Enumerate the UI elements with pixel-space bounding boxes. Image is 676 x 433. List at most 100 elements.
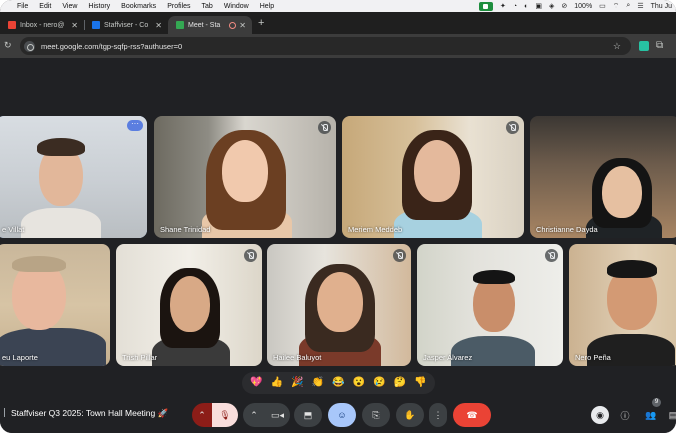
tab-staffviser[interactable]: Staffviser - Co ✕ — [84, 16, 168, 34]
new-tab-icon[interactable]: + — [258, 17, 264, 29]
extensions-puzzle-icon[interactable]: ⧉ — [656, 40, 663, 51]
person-face — [602, 166, 642, 218]
person-face — [170, 276, 210, 332]
address-bar[interactable]: meet.google.com/tgp-sqfp-rss?authuser=0 … — [20, 37, 631, 55]
participant-name: Trish Pillar — [122, 353, 158, 362]
reactions-bar: 💖 👍 🎉 👏 😂 😮 😢 🤔 👎 — [242, 372, 435, 394]
meeting-title: Staffviser Q3 2025: Town Hall Meeting 🚀 — [4, 408, 168, 419]
participant-tile[interactable]: Nero Peña — [569, 244, 676, 366]
meeting-tools-button[interactable]: ◉ — [591, 406, 609, 424]
participant-name: Jasper Alvarez — [423, 353, 473, 362]
participant-tile[interactable]: Jasper Alvarez — [417, 244, 563, 366]
tab-label: Staffviser - Co — [104, 21, 149, 29]
participant-name: Hailee Baluyot — [273, 353, 322, 362]
participant-tile[interactable]: Christianne Dayda — [530, 116, 676, 238]
menu-help[interactable]: Help — [260, 3, 274, 10]
clock[interactable]: Thu Ju — [651, 3, 672, 10]
close-tab-icon[interactable]: ✕ — [155, 21, 162, 30]
record-icon: ◉ — [596, 409, 604, 420]
meet-stage: ··· e Villat Shane Trinidad Meriem Medde… — [0, 58, 676, 433]
battery-icon[interactable]: ▭ — [599, 2, 606, 10]
chat-button[interactable]: ▤ — [664, 406, 676, 424]
menu-profiles[interactable]: Profiles — [167, 3, 190, 10]
status-icon[interactable]: ◈ — [549, 2, 554, 10]
participant-tile[interactable]: Hailee Baluyot — [267, 244, 411, 366]
reaction-party[interactable]: 🎉 — [291, 377, 303, 389]
browser-window: File Edit View History Bookmarks Profile… — [0, 0, 676, 433]
chevron-up-icon: ⌃ — [198, 409, 206, 420]
raise-hand-button[interactable]: ✋ — [396, 403, 424, 427]
meeting-details-button[interactable]: ⓘ — [616, 406, 634, 424]
status-icon[interactable]: ◔ — [513, 3, 517, 10]
status-icon[interactable]: ✦ — [500, 2, 506, 10]
close-tab-icon[interactable]: ✕ — [71, 21, 78, 30]
people-count-badge: 9 — [652, 398, 661, 407]
browser-toolbar: ↻ meet.google.com/tgp-sqfp-rss?authuser=… — [0, 34, 676, 58]
captions-button[interactable]: ⎘ — [362, 403, 390, 427]
more-options-icon[interactable]: ··· — [127, 120, 143, 131]
reaction-heart[interactable]: 💖 — [250, 377, 262, 389]
recording-icon — [229, 21, 236, 29]
tab-meet[interactable]: Meet - Sta ✕ — [168, 16, 252, 34]
extension-icon[interactable] — [639, 41, 649, 51]
url-text[interactable]: meet.google.com/tgp-sqfp-rss?authuser=0 — [41, 42, 182, 51]
muted-mic-icon — [393, 249, 406, 262]
close-tab-icon[interactable]: ✕ — [239, 21, 246, 30]
reaction-laugh[interactable]: 😂 — [332, 377, 344, 389]
present-screen-icon: ⬒ — [303, 409, 313, 420]
reaction-clap[interactable]: 👏 — [312, 377, 324, 389]
menu-window[interactable]: Window — [224, 3, 249, 10]
person-face — [222, 140, 268, 202]
participant-name: Meriem Meddeb — [348, 225, 403, 234]
person-hair — [607, 260, 657, 278]
menu-history[interactable]: History — [88, 3, 110, 10]
more-vert-icon: ⋮ — [433, 409, 443, 420]
muted-mic-icon — [545, 249, 558, 262]
microphone-button[interactable]: 🎙 — [212, 403, 238, 427]
video-options-button[interactable]: ⌃ — [243, 403, 265, 427]
leave-call-button[interactable]: ☎ — [453, 403, 491, 427]
more-options-button[interactable]: ⋮ — [429, 403, 447, 427]
docs-icon — [92, 21, 100, 29]
reaction-surprised[interactable]: 😮 — [353, 377, 365, 389]
site-info-icon[interactable] — [24, 40, 35, 52]
menu-file[interactable]: File — [17, 3, 28, 10]
tab-strip: Inbox - nero@ ✕ Staffviser - Co ✕ Meet -… — [0, 12, 676, 34]
present-button[interactable]: ⬒ — [294, 403, 322, 427]
participant-tile[interactable]: Meriem Meddeb — [342, 116, 524, 238]
reactions-button[interactable]: ☺ — [328, 403, 356, 427]
reaction-thumbs-up[interactable]: 👍 — [271, 377, 283, 389]
menu-view[interactable]: View — [62, 3, 77, 10]
participant-tile[interactable]: Shane Trinidad — [154, 116, 336, 238]
people-icon: 👥 — [645, 409, 657, 420]
participant-tile[interactable]: ··· e Villat — [0, 116, 147, 238]
menu-bookmarks[interactable]: Bookmarks — [121, 3, 156, 10]
people-button[interactable]: 👥 — [642, 406, 660, 424]
meet-status-icon[interactable] — [479, 1, 494, 11]
tab-label: Inbox - nero@ — [20, 21, 65, 29]
bookmark-star-icon[interactable]: ☆ — [613, 41, 621, 52]
muted-mic-icon — [318, 121, 331, 134]
menu-tab[interactable]: Tab — [202, 3, 213, 10]
menu-edit[interactable]: Edit — [39, 3, 51, 10]
reaction-sad[interactable]: 😢 — [373, 377, 385, 389]
participant-tile[interactable]: eu Laporte — [0, 244, 110, 366]
search-icon[interactable]: ⌕ — [626, 2, 630, 10]
tab-inbox[interactable]: Inbox - nero@ ✕ — [0, 16, 85, 34]
audio-options-button[interactable]: ⌃ — [192, 403, 212, 427]
chevron-up-icon: ⌃ — [250, 409, 258, 420]
status-icon[interactable]: ▣ — [535, 2, 542, 10]
reaction-thumbs-down[interactable]: 👎 — [414, 377, 426, 389]
status-icon[interactable]: ◐ — [524, 3, 528, 10]
chat-icon: ▤ — [668, 409, 676, 420]
control-center-icon[interactable]: ☰ — [637, 2, 643, 10]
reaction-thinking[interactable]: 🤔 — [394, 377, 406, 389]
wifi-icon[interactable]: ⌔ — [613, 2, 620, 11]
reload-icon[interactable]: ↻ — [4, 40, 12, 51]
mute-status-icon[interactable]: ⊘ — [561, 2, 567, 10]
participant-tile[interactable]: Trish Pillar — [116, 244, 262, 366]
person-face — [414, 140, 460, 202]
participant-name: Nero Peña — [575, 353, 611, 362]
person-hair — [37, 138, 85, 156]
camera-button[interactable]: ▭◂ — [265, 403, 290, 427]
